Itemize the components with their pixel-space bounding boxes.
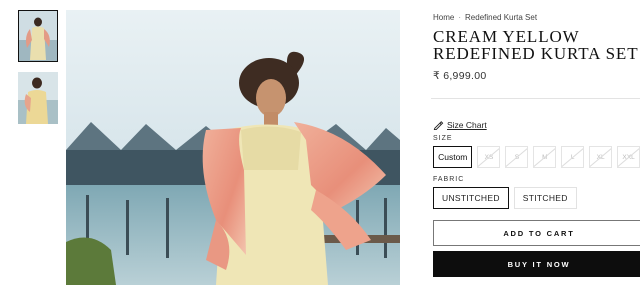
thumbnail-list [18, 10, 58, 134]
thumbnail-1-image [18, 10, 58, 62]
thumbnail-2[interactable] [18, 72, 58, 124]
size-chart-link[interactable]: Size Chart [433, 119, 640, 130]
add-to-cart-button[interactable]: ADD TO CART [433, 220, 640, 246]
size-option-l[interactable]: L [561, 146, 585, 168]
size-label: SIZE [433, 135, 453, 142]
thumbnail-2-image [18, 72, 58, 124]
fabric-option-unstitched[interactable]: UNSTITCHED [433, 187, 509, 209]
product-title-line-1: CREAM YELLOW [433, 27, 580, 46]
size-option-m[interactable]: M [533, 146, 557, 168]
product-title-line-2: REDEFINED KURTA SET [433, 44, 639, 63]
size-option-xxl[interactable]: XXL [617, 146, 640, 168]
product-title: CREAM YELLOW REDEFINED KURTA SET [433, 28, 640, 62]
product-info-panel: Home · Redefined Kurta Set CREAM YELLOW … [431, 10, 640, 277]
product-main-image[interactable] [66, 10, 400, 285]
fabric-option-stitched[interactable]: STITCHED [513, 187, 577, 209]
fabric-options: UNSTITCHED STITCHED [433, 187, 640, 209]
size-option-s[interactable]: S [505, 146, 529, 168]
buy-now-button[interactable]: BUY IT NOW [433, 251, 640, 277]
product-photo [66, 10, 400, 285]
size-option-custom[interactable]: Custom [433, 146, 473, 168]
size-option-xs[interactable]: XS [477, 146, 501, 168]
product-price: ₹ 6,999.00 [433, 70, 487, 82]
fabric-label: FABRIC [433, 176, 465, 183]
ruler-pencil-icon [433, 121, 444, 130]
breadcrumb-separator: · [458, 12, 462, 22]
thumbnail-1[interactable] [18, 10, 58, 62]
breadcrumb-current: Redefined Kurta Set [465, 12, 538, 22]
breadcrumb-home[interactable]: Home [433, 13, 454, 22]
breadcrumb: Home · Redefined Kurta Set [433, 10, 640, 24]
size-chart-label: Size Chart [447, 119, 487, 130]
size-option-xl[interactable]: XL [589, 146, 613, 168]
size-options: Custom XS S M L XL XXL [433, 146, 640, 168]
divider [431, 98, 640, 99]
